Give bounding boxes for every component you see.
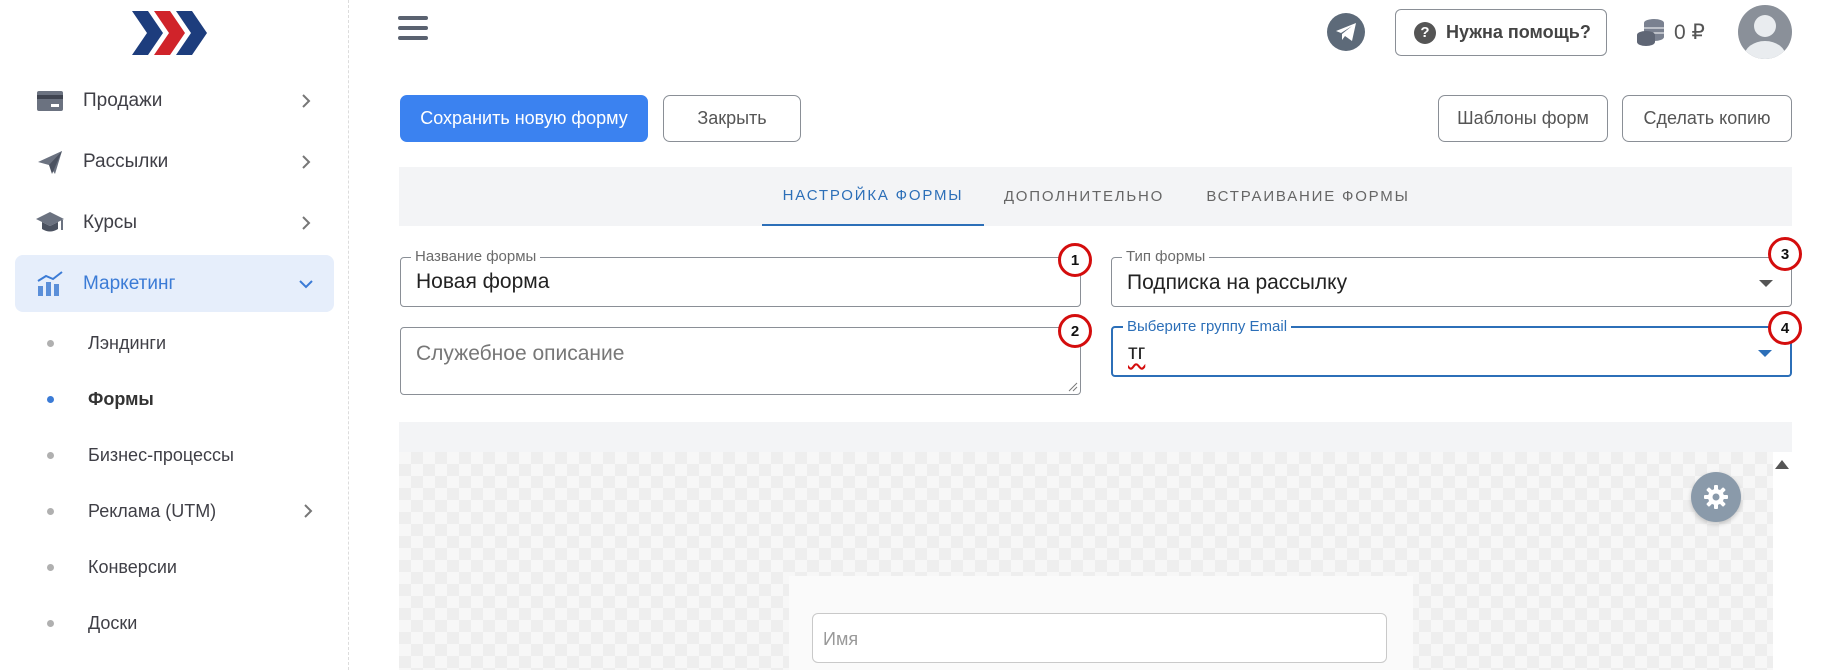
dropdown-arrow-icon [1759, 280, 1773, 287]
sidebar-subitem-label: Реклама (UTM) [88, 500, 217, 521]
name-input-placeholder: Имя [823, 629, 859, 649]
chevron-right-icon [298, 501, 318, 521]
email-group-value: тг [1128, 341, 1146, 364]
help-button-label: Нужна помощь? [1446, 22, 1591, 42]
sidebar-subitem-business-processes[interactable]: Бизнес-процессы [40, 435, 320, 475]
sidebar-item-sales[interactable]: Продажи [15, 72, 334, 129]
preview-header [399, 422, 1792, 452]
form-type-value: Подписка на рассылку [1127, 271, 1348, 294]
chevron-right-icon [294, 211, 318, 235]
bullet-icon [47, 451, 54, 459]
sidebar-item-label: Рассылки [83, 150, 169, 172]
annotation-marker-3: 3 [1768, 237, 1802, 271]
sidebar-subitem-label: Доски [88, 612, 138, 633]
avatar[interactable] [1738, 5, 1792, 59]
tab-form-settings[interactable]: НАСТРОЙКА ФОРМЫ [762, 167, 984, 226]
form-name-value: Новая форма [416, 270, 550, 293]
scroll-up-arrow-icon[interactable] [1775, 460, 1789, 469]
balance-value: 0 ₽ [1674, 20, 1705, 44]
sidebar-subitem-label: Бизнес-процессы [88, 444, 234, 465]
bullet-icon [47, 563, 54, 571]
form-templates-button[interactable]: Шаблоны форм [1438, 95, 1608, 142]
annotation-marker-2: 2 [1058, 314, 1092, 348]
graduation-cap-icon [35, 208, 65, 238]
chevron-right-icon [294, 89, 318, 113]
resize-handle-icon[interactable] [1068, 382, 1078, 392]
sidebar-item-label: Курсы [83, 211, 138, 233]
sidebar: Продажи Рассылки Курсы Маркетинг Лэндинг… [0, 0, 349, 670]
paper-plane-icon [35, 147, 65, 177]
close-button[interactable]: Закрыть [663, 95, 801, 142]
dropdown-arrow-icon [1758, 350, 1772, 357]
sidebar-subitem-boards[interactable]: Доски [40, 603, 320, 643]
sidebar-subitem-conversions[interactable]: Конверсии [40, 547, 320, 587]
tab-form-embedding[interactable]: ВСТРАИВАНИЕ ФОРМЫ [1197, 167, 1419, 226]
sidebar-subitem-label: Формы [88, 388, 154, 409]
logo[interactable] [130, 8, 210, 58]
bullet-icon [47, 339, 54, 347]
sidebar-item-label: Продажи [83, 89, 163, 111]
chevron-down-icon [294, 272, 318, 296]
make-copy-button[interactable]: Сделать копию [1622, 95, 1792, 142]
sidebar-subitem-label: Лэндинги [88, 332, 167, 353]
tab-additional[interactable]: ДОПОЛНИТЕЛЬНО [994, 167, 1174, 226]
form-type-select[interactable]: Тип формы Подписка на рассылку [1111, 249, 1792, 307]
sidebar-item-label: Маркетинг [83, 272, 176, 294]
help-button[interactable]: ? Нужна помощь? [1395, 9, 1607, 56]
sidebar-subitem-label: Конверсии [88, 556, 177, 577]
save-form-button[interactable]: Сохранить новую форму [400, 95, 648, 142]
bar-chart-icon [35, 269, 65, 299]
sidebar-subitem-ads-utm[interactable]: Реклама (UTM) [40, 491, 320, 531]
gear-icon[interactable] [1691, 472, 1741, 522]
service-description-field[interactable]: Служебное описание [400, 327, 1081, 395]
form-name-label: Название формы [411, 249, 541, 265]
menu-icon[interactable] [398, 16, 428, 46]
credit-card-icon [35, 86, 65, 116]
sidebar-subitem-forms[interactable]: Формы [40, 379, 320, 419]
bullet-icon [47, 507, 54, 515]
coins-icon [1637, 19, 1664, 46]
form-name-field[interactable]: Название формы Новая форма [400, 249, 1081, 307]
sidebar-subitem-landings[interactable]: Лэндинги [40, 323, 320, 363]
email-group-select[interactable]: Выберите группу Email тг [1111, 319, 1792, 377]
sidebar-item-courses[interactable]: Курсы [15, 194, 334, 251]
question-icon: ? [1414, 21, 1436, 44]
bullet-icon [47, 619, 54, 627]
email-group-label: Выберите группу Email [1123, 319, 1292, 335]
service-description-placeholder: Служебное описание [416, 342, 625, 365]
annotation-marker-1: 1 [1058, 243, 1092, 277]
telegram-icon[interactable] [1327, 13, 1365, 51]
form-type-label: Тип формы [1122, 249, 1210, 265]
bullet-icon [47, 395, 54, 403]
balance[interactable]: 0 ₽ [1636, 14, 1705, 50]
tabs-bar: НАСТРОЙКА ФОРМЫ ДОПОЛНИТЕЛЬНО ВСТРАИВАНИ… [399, 167, 1792, 226]
name-input[interactable]: Имя [812, 613, 1387, 663]
sidebar-item-mailings[interactable]: Рассылки [15, 133, 334, 190]
chevron-right-icon [294, 150, 318, 174]
sidebar-item-marketing[interactable]: Маркетинг [15, 255, 334, 312]
annotation-marker-4: 4 [1768, 311, 1802, 345]
